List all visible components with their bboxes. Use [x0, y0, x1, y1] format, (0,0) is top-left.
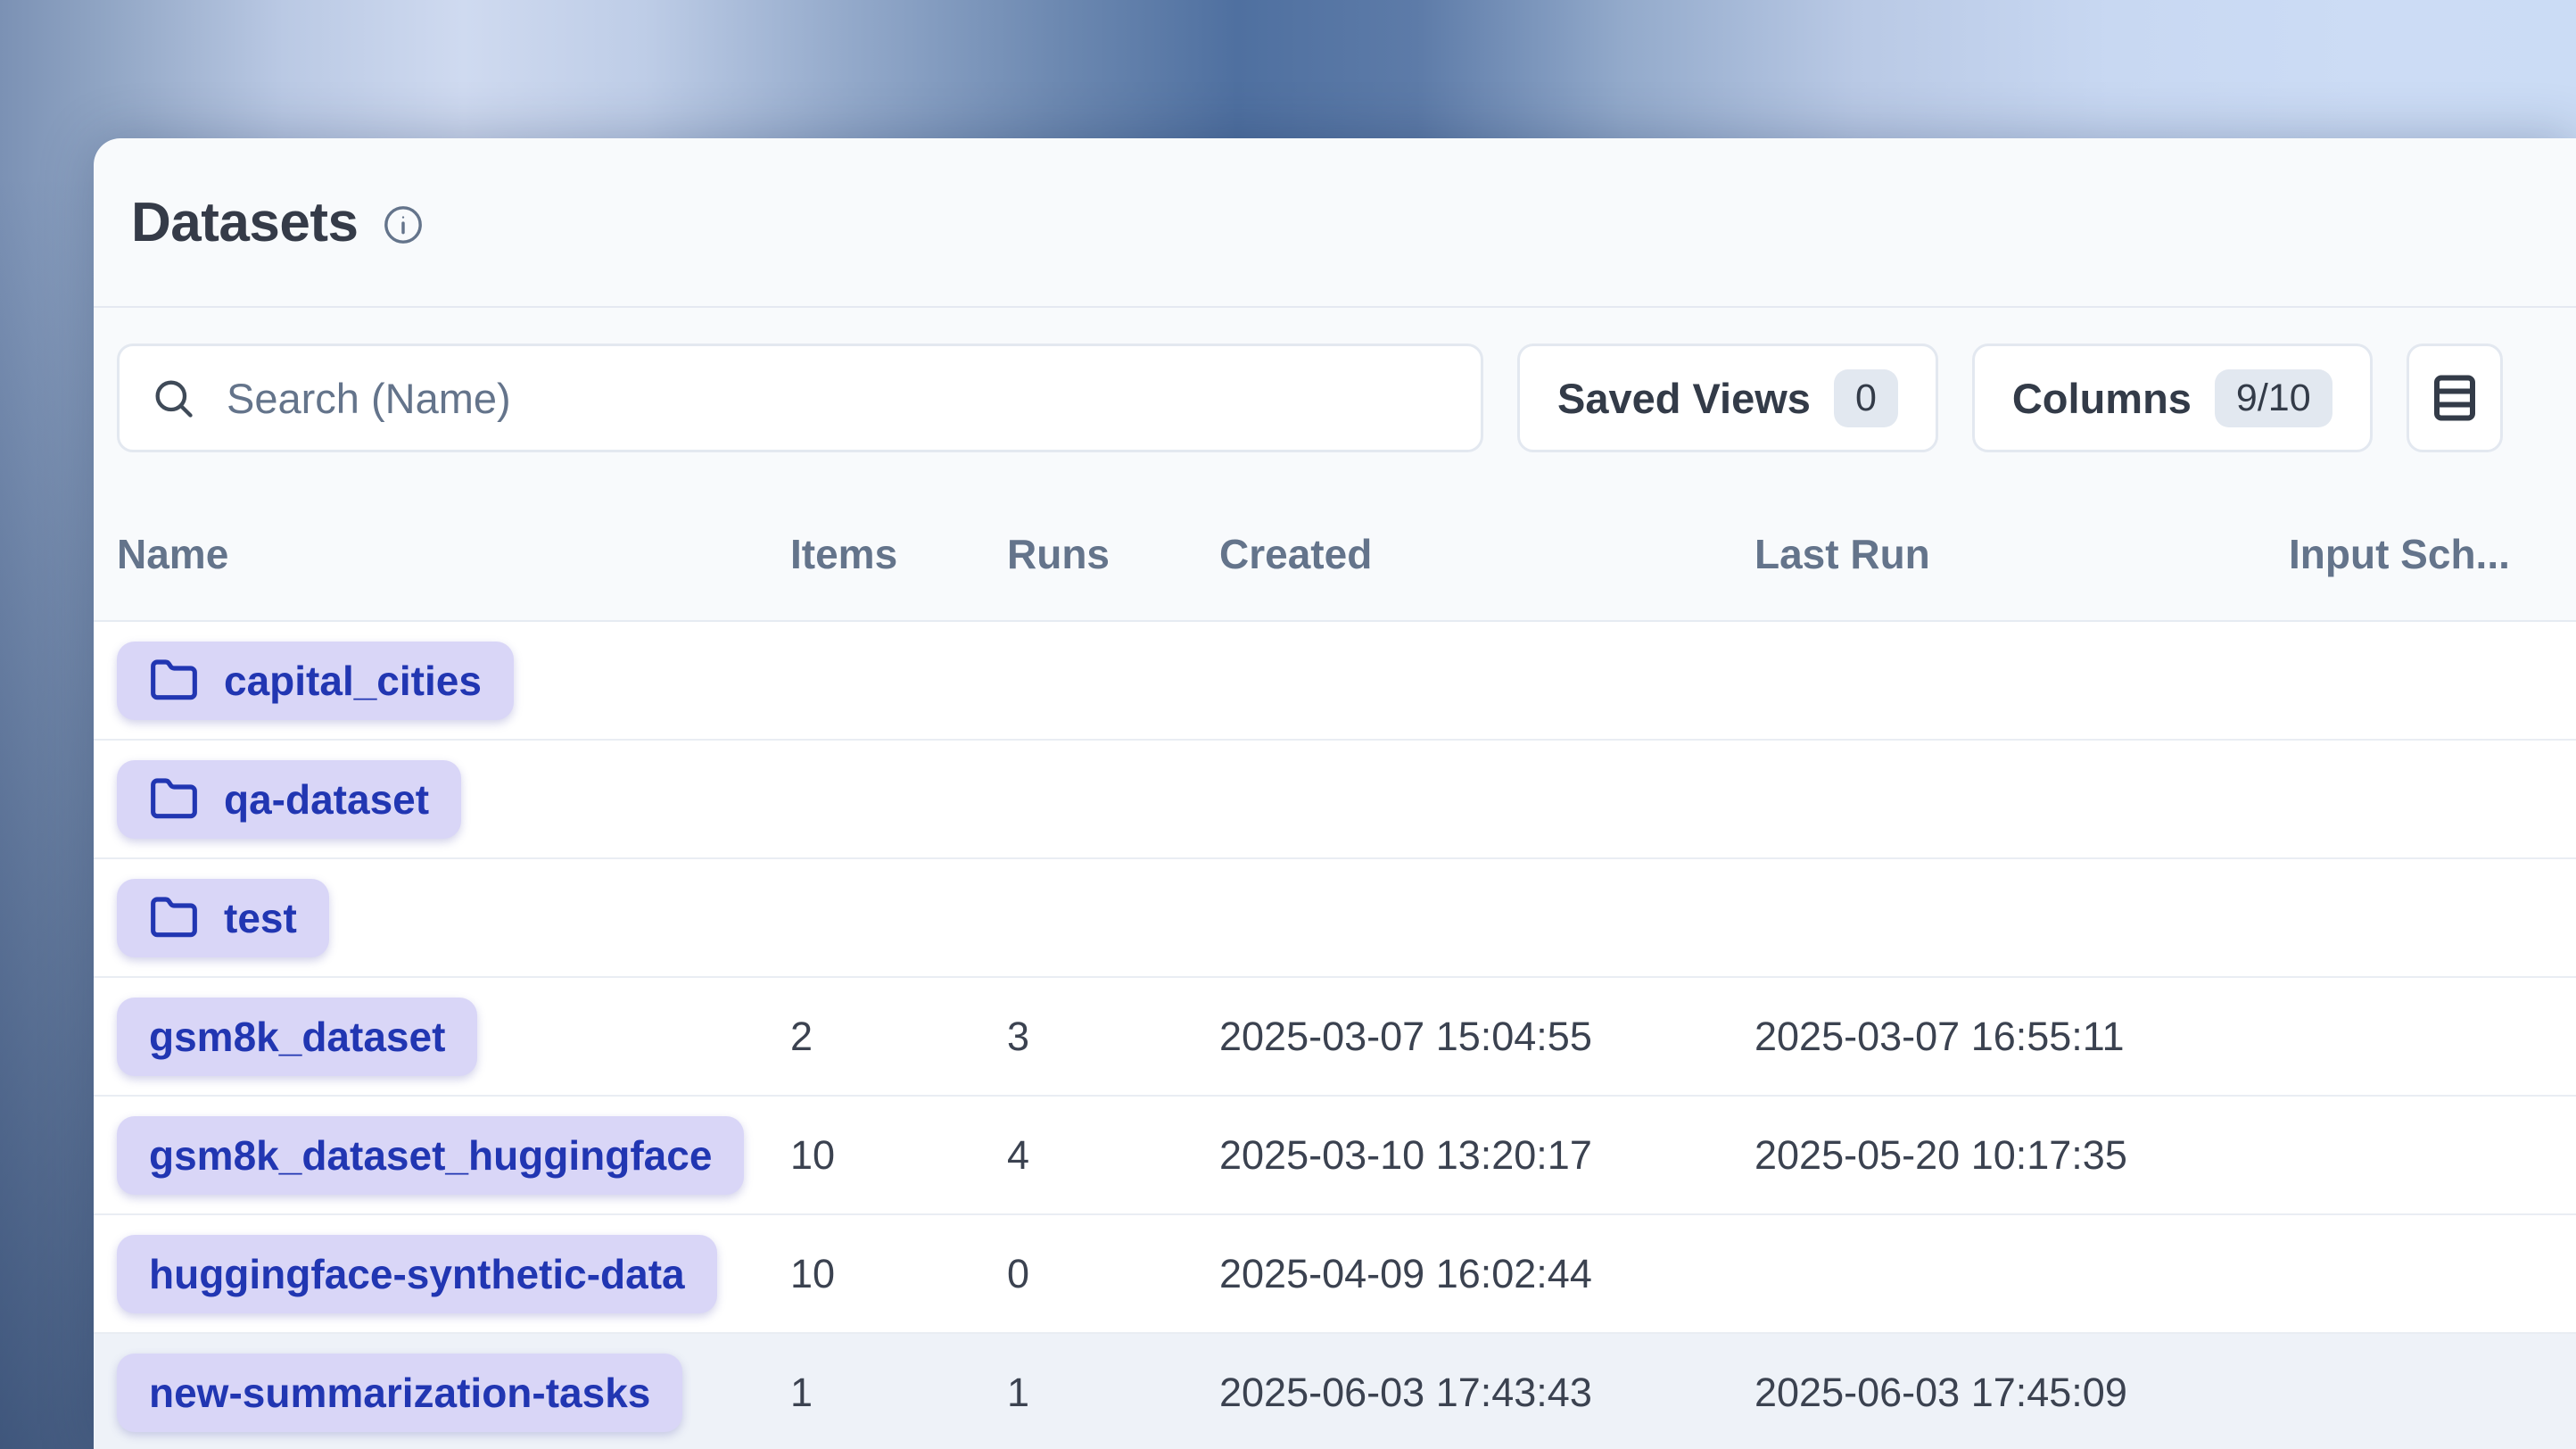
- search-box: [117, 344, 1483, 452]
- saved-views-label: Saved Views: [1557, 374, 1811, 423]
- folder-icon: [149, 774, 199, 824]
- dataset-name-badge[interactable]: gsm8k_dataset_huggingface: [117, 1116, 744, 1195]
- items-cell: 10: [790, 1251, 1007, 1297]
- search-input[interactable]: [225, 373, 1450, 424]
- columns-button[interactable]: Columns 9/10: [1972, 344, 2373, 452]
- dataset-name-label: huggingface-synthetic-data: [149, 1250, 685, 1298]
- info-circle-icon[interactable]: [383, 204, 424, 245]
- runs-cell: 0: [1007, 1251, 1219, 1297]
- dataset-name-label: qa-dataset: [224, 775, 429, 824]
- items-cell: 2: [790, 1014, 1007, 1060]
- dataset-name-badge[interactable]: new-summarization-tasks: [117, 1354, 682, 1432]
- row-height-button[interactable]: [2407, 344, 2503, 452]
- saved-views-button[interactable]: Saved Views 0: [1517, 344, 1938, 452]
- table-header-row: Name Items Runs Created Last Run Input S…: [94, 488, 2576, 622]
- folder-icon: [149, 893, 199, 943]
- created-cell: 2025-06-03 17:43:43: [1219, 1370, 1754, 1416]
- column-header-created: Created: [1219, 530, 1754, 578]
- dataset-name-label: test: [224, 894, 297, 942]
- column-header-name: Name: [117, 530, 790, 578]
- column-header-items: Items: [790, 530, 1007, 578]
- dataset-name-cell: qa-dataset: [117, 760, 790, 839]
- dataset-name-cell: new-summarization-tasks: [117, 1354, 790, 1432]
- dataset-name-cell: huggingface-synthetic-data: [117, 1235, 790, 1313]
- table-row[interactable]: capital_cities: [94, 622, 2576, 741]
- dataset-name-cell: capital_cities: [117, 642, 790, 720]
- dataset-name-badge[interactable]: capital_cities: [117, 642, 514, 720]
- last-run-cell: 2025-05-20 10:17:35: [1754, 1132, 2289, 1179]
- dataset-name-label: new-summarization-tasks: [149, 1369, 650, 1417]
- table-row[interactable]: gsm8k_dataset 2 3 2025-03-07 15:04:55 20…: [94, 978, 2576, 1097]
- saved-views-count-badge: 0: [1834, 369, 1898, 427]
- table-row[interactable]: qa-dataset: [94, 741, 2576, 859]
- table-body: capital_cities qa-dataset: [94, 622, 2576, 1449]
- dataset-name-label: gsm8k_dataset_huggingface: [149, 1131, 712, 1180]
- dataset-name-cell: test: [117, 879, 790, 957]
- created-cell: 2025-03-10 13:20:17: [1219, 1132, 1754, 1179]
- dataset-name-label: gsm8k_dataset: [149, 1013, 445, 1061]
- runs-cell: 4: [1007, 1132, 1219, 1179]
- dataset-name-badge[interactable]: gsm8k_dataset: [117, 998, 477, 1076]
- dataset-name-label: capital_cities: [224, 657, 482, 705]
- folder-icon: [149, 656, 199, 706]
- dataset-name-badge[interactable]: test: [117, 879, 329, 957]
- runs-cell: 3: [1007, 1014, 1219, 1060]
- table-row[interactable]: huggingface-synthetic-data 10 0 2025-04-…: [94, 1215, 2576, 1334]
- runs-cell: 1: [1007, 1370, 1219, 1416]
- column-header-last-run: Last Run: [1754, 530, 2289, 578]
- rows-icon: [2428, 368, 2481, 427]
- columns-label: Columns: [2012, 374, 2192, 423]
- dataset-name-cell: gsm8k_dataset_huggingface: [117, 1116, 790, 1195]
- created-cell: 2025-03-07 15:04:55: [1219, 1014, 1754, 1060]
- toolbar: Saved Views 0 Columns 9/10: [94, 308, 2576, 452]
- dataset-name-badge[interactable]: qa-dataset: [117, 760, 461, 839]
- dataset-name-badge[interactable]: huggingface-synthetic-data: [117, 1235, 717, 1313]
- dataset-name-cell: gsm8k_dataset: [117, 998, 790, 1076]
- page-title: Datasets: [131, 191, 358, 254]
- column-header-input-schema: Input Sch...: [2289, 530, 2576, 578]
- table-row[interactable]: gsm8k_dataset_huggingface 10 4 2025-03-1…: [94, 1097, 2576, 1215]
- items-cell: 1: [790, 1370, 1007, 1416]
- table-row[interactable]: new-summarization-tasks 1 1 2025-06-03 1…: [94, 1334, 2576, 1449]
- search-icon: [150, 375, 196, 421]
- table-row[interactable]: test: [94, 859, 2576, 978]
- columns-count-badge: 9/10: [2215, 369, 2332, 427]
- last-run-cell: 2025-06-03 17:45:09: [1754, 1370, 2289, 1416]
- datasets-panel: Datasets Saved Views 0 Columns 9/10: [94, 138, 2576, 1449]
- items-cell: 10: [790, 1132, 1007, 1179]
- created-cell: 2025-04-09 16:02:44: [1219, 1251, 1754, 1297]
- panel-header: Datasets: [94, 138, 2576, 308]
- column-header-runs: Runs: [1007, 530, 1219, 578]
- last-run-cell: 2025-03-07 16:55:11: [1754, 1014, 2289, 1060]
